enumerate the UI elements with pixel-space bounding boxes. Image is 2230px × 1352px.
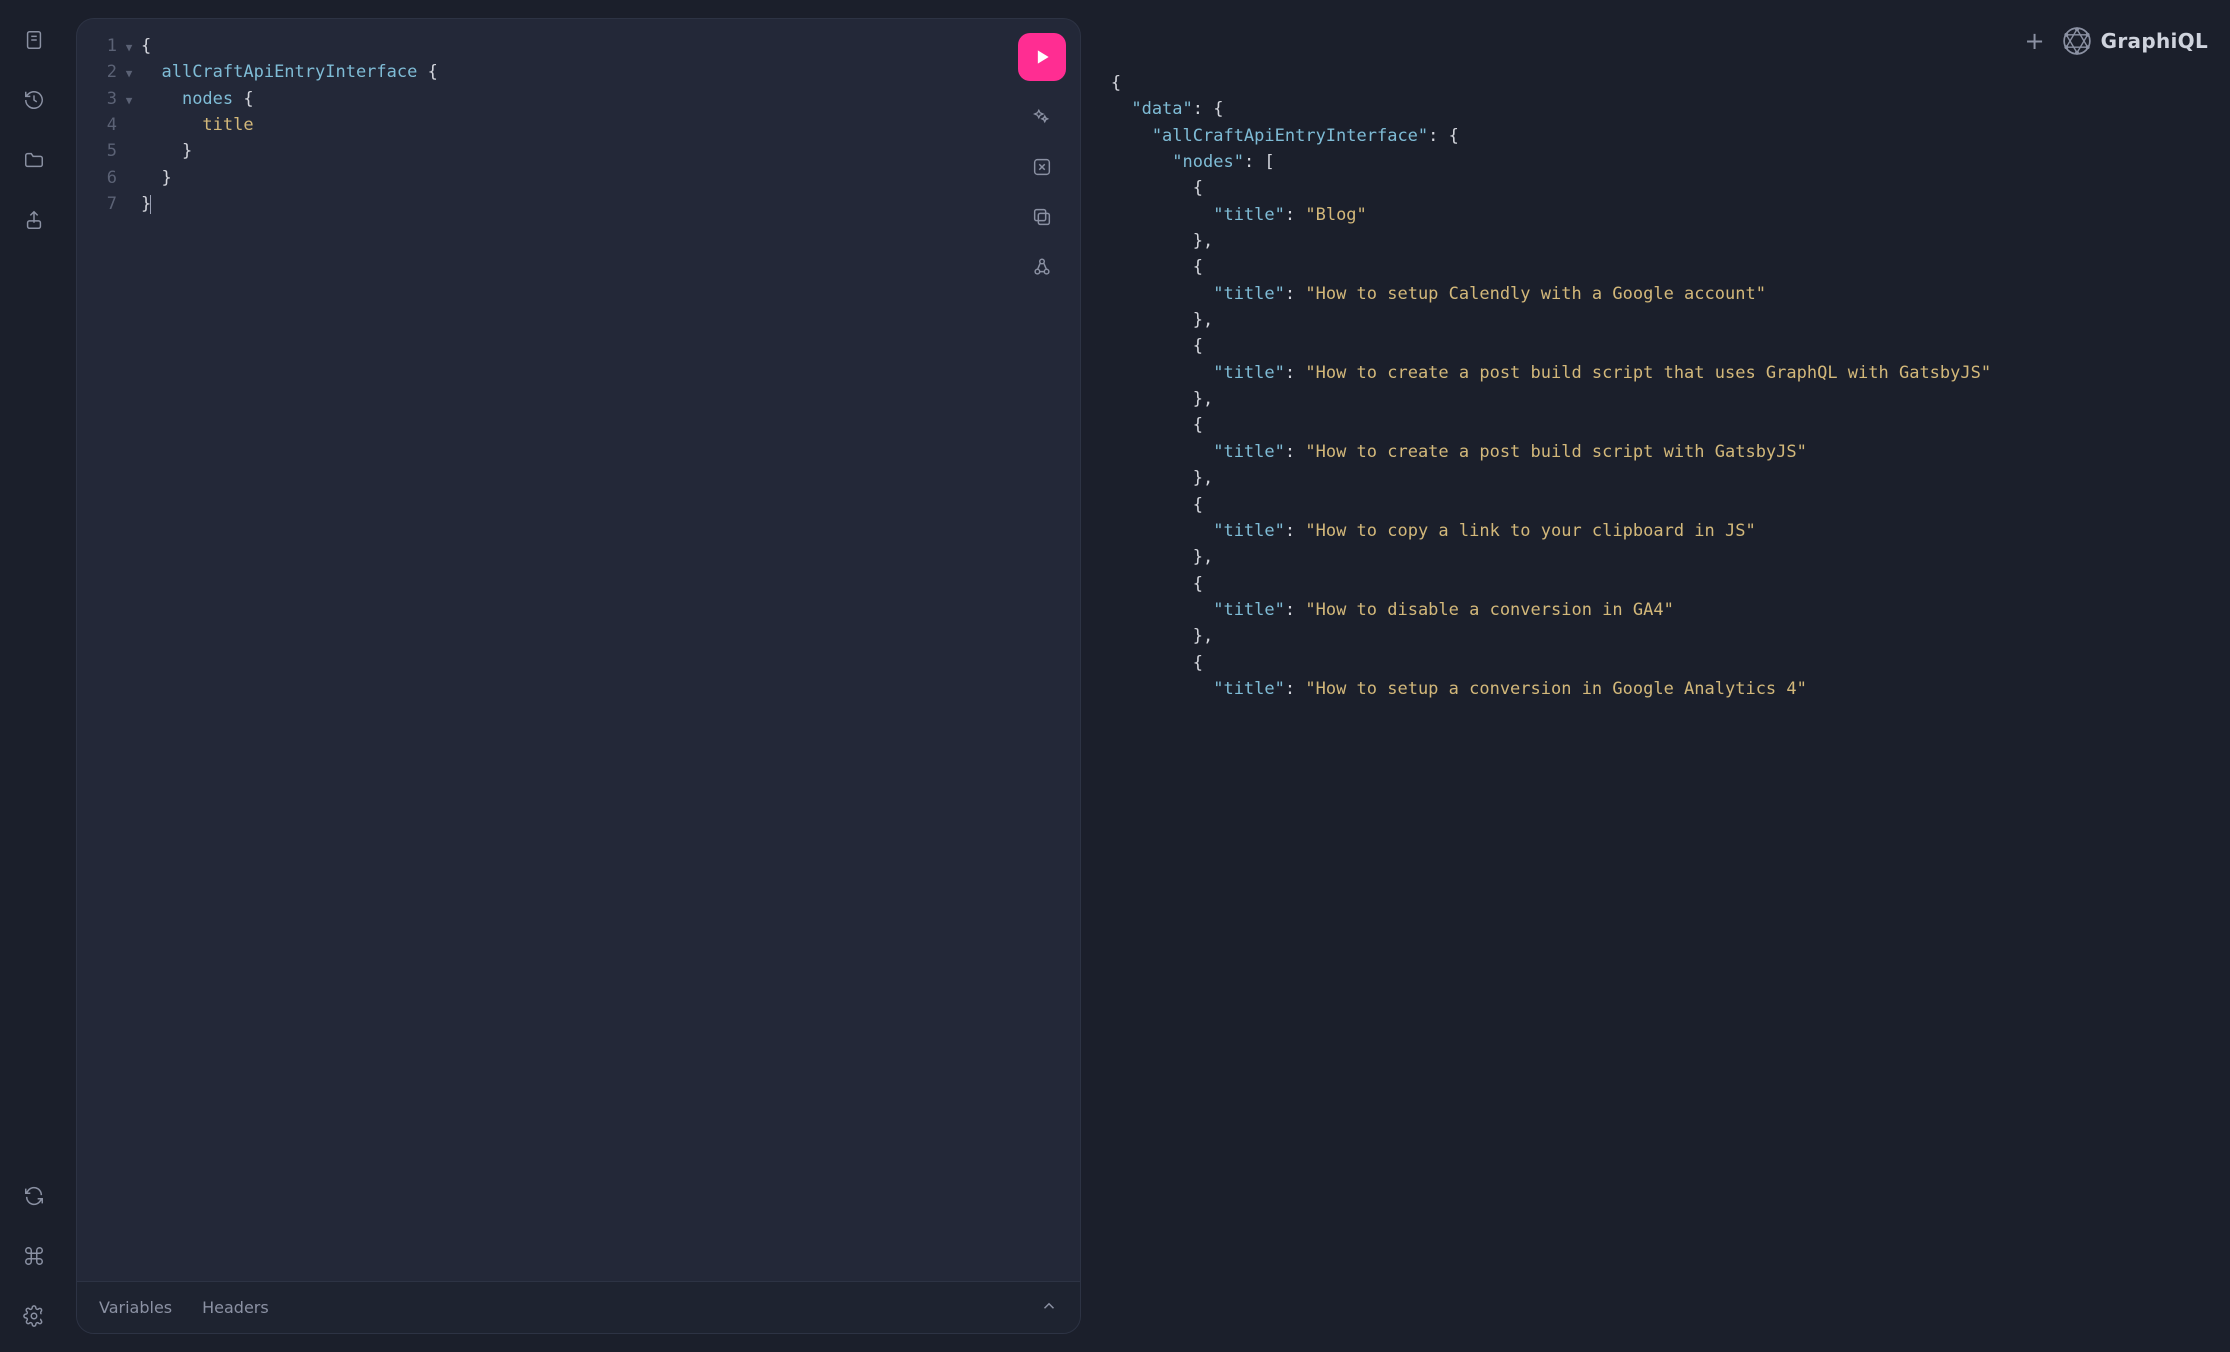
graphiql-logo-icon	[2063, 27, 2091, 55]
query-editor[interactable]: 1▼{2▼ allCraftApiEntryInterface {3▼ node…	[77, 19, 1080, 1281]
query-editor-panel: 1▼{2▼ allCraftApiEntryInterface {3▼ node…	[76, 18, 1081, 1334]
copy-icon[interactable]	[1028, 203, 1056, 231]
brand: GraphiQL	[2063, 27, 2208, 55]
add-tab-button[interactable]: +	[2025, 29, 2045, 53]
response-viewer[interactable]: ▼{▼ "data": {▼ "allCraftApiEntryInterfac…	[1095, 64, 2214, 1334]
response-header: + GraphiQL	[1095, 18, 2214, 64]
tab-headers[interactable]: Headers	[202, 1298, 269, 1317]
tab-variables[interactable]: Variables	[99, 1298, 172, 1317]
response-panel: + GraphiQL ▼{▼ "data": {▼ "allCraftApiEn…	[1095, 18, 2214, 1334]
refresh-icon[interactable]	[18, 1180, 50, 1212]
brand-name: GraphiQL	[2101, 29, 2208, 53]
sidebar-rail	[0, 0, 68, 1352]
editor-toolbar	[1018, 33, 1066, 281]
prettify-icon[interactable]	[1028, 103, 1056, 131]
main-surface: 1▼{2▼ allCraftApiEntryInterface {3▼ node…	[68, 0, 2230, 1352]
webhook-icon[interactable]	[1028, 253, 1056, 281]
docs-icon[interactable]	[18, 24, 50, 56]
settings-icon[interactable]	[18, 1300, 50, 1332]
chevron-up-icon[interactable]	[1040, 1297, 1058, 1319]
app-root: 1▼{2▼ allCraftApiEntryInterface {3▼ node…	[0, 0, 2230, 1352]
editor-bottom-tabs: Variables Headers	[77, 1281, 1080, 1333]
merge-icon[interactable]	[1028, 153, 1056, 181]
share-icon[interactable]	[18, 204, 50, 236]
shortcuts-icon[interactable]	[18, 1240, 50, 1272]
history-icon[interactable]	[18, 84, 50, 116]
execute-button[interactable]	[1018, 33, 1066, 81]
explorer-folder-icon[interactable]	[18, 144, 50, 176]
